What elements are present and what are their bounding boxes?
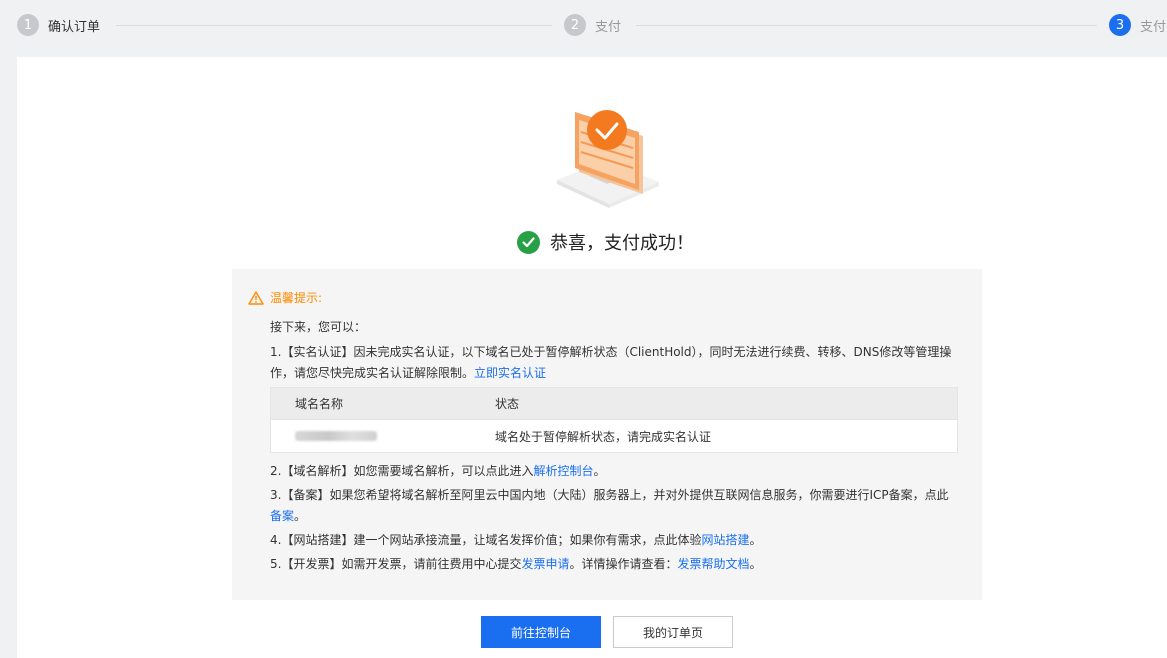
- domain-table: 域名名称 状态 域名处于暂停解析状态，请完成实名认证: [270, 387, 958, 453]
- step-2-label: 支付: [595, 19, 622, 35]
- step-3-number: 3: [1109, 14, 1131, 36]
- success-message: 恭喜，支付成功！: [517, 227, 694, 257]
- tip-item-5-text: 5.【开发票】如需开发票，请前往费用中心提交: [270, 557, 522, 571]
- step-2-number: 2: [564, 14, 586, 36]
- dns-console-link[interactable]: 解析控制台: [533, 464, 593, 478]
- invoice-apply-link[interactable]: 发票申请: [521, 557, 569, 571]
- tip-item-4-text: 4.【网站搭建】建一个网站承接流量，让域名发挥价值；如果你有需求，点此体验: [270, 533, 702, 547]
- payment-success-illustration: [557, 110, 659, 208]
- tip-item-1: 1.【实名认证】因未完成实名认证，以下域名已处于暂停解析状态（ClientHol…: [270, 342, 960, 384]
- step-1: 1 确认订单: [17, 13, 100, 37]
- tips-intro: 接下来，您可以：: [270, 320, 367, 334]
- tips-box: 温馨提示: 接下来，您可以： 1.【实名认证】因未完成实名认证，以下域名已处于暂…: [232, 269, 982, 600]
- tips-title: 温馨提示:: [248, 289, 322, 306]
- step-2: 2 支付: [564, 13, 621, 37]
- warning-icon: [248, 290, 264, 305]
- tip-item-2-end: 。: [593, 464, 606, 478]
- header-domain-name: 域名名称: [295, 397, 344, 411]
- step-3-label: 支付: [1140, 19, 1167, 35]
- website-build-link[interactable]: 网站搭建: [701, 533, 749, 547]
- tip-item-4-end: 。: [749, 533, 762, 547]
- step-1-number: 1: [17, 14, 39, 36]
- header-status: 状态: [495, 397, 520, 411]
- tip-item-5: 5.【开发票】如需开发票，请前往费用中心提交发票申请。详情操作请查看：发票帮助文…: [270, 554, 960, 575]
- invoice-help-link[interactable]: 发票帮助文档: [677, 557, 749, 571]
- tip-item-3: 3.【备案】如果您希望将域名解析至阿里云中国内地（大陆）服务器上，并对外提供互联…: [270, 485, 960, 527]
- my-orders-button[interactable]: 我的订单页: [613, 616, 733, 648]
- tip-item-3-text: 3.【备案】如果您希望将域名解析至阿里云中国内地（大陆）服务器上，并对外提供互联…: [270, 488, 949, 502]
- tip-item-1-text: 1.【实名认证】因未完成实名认证，以下域名已处于暂停解析状态（ClientHol…: [270, 345, 952, 380]
- tip-items: 2.【域名解析】如您需要域名解析，可以点此进入解析控制台。 3.【备案】如果您希…: [270, 461, 960, 578]
- domain-table-header: 域名名称 状态: [271, 388, 957, 420]
- result-card: 恭喜，支付成功！ 温馨提示: 接下来，您可以： 1.【实名认证】因未完成实名认证…: [17, 57, 1167, 658]
- tip-item-2: 2.【域名解析】如您需要域名解析，可以点此进入解析控制台。: [270, 461, 960, 482]
- step-connector: [636, 25, 1097, 26]
- check-circle-icon: [517, 230, 540, 254]
- go-console-button[interactable]: 前往控制台: [481, 616, 601, 648]
- steps-bar: 1 确认订单 2 支付 3 支付: [0, 0, 1167, 50]
- tip-item-4: 4.【网站搭建】建一个网站承接流量，让域名发挥价值；如果你有需求，点此体验网站搭…: [270, 530, 960, 551]
- step-3: 3 支付: [1109, 13, 1166, 37]
- step-connector: [116, 25, 552, 26]
- tip-item-5-mid: 。详情操作请查看：: [569, 557, 678, 571]
- domain-name-cell: [271, 431, 495, 441]
- step-1-label: 确认订单: [48, 19, 101, 35]
- icp-filing-link[interactable]: 备案: [270, 509, 294, 523]
- tip-item-3-end: 。: [294, 509, 307, 523]
- tip-item-2-text: 2.【域名解析】如您需要域名解析，可以点此进入: [270, 464, 534, 478]
- table-row: 域名处于暂停解析状态，请完成实名认证: [271, 420, 957, 452]
- blurred-domain: [295, 431, 377, 441]
- realname-verify-link[interactable]: 立即实名认证: [474, 366, 546, 380]
- tips-title-text: 温馨提示:: [270, 291, 323, 305]
- tips-body: 接下来，您可以： 1.【实名认证】因未完成实名认证，以下域名已处于暂停解析状态（…: [270, 317, 960, 384]
- domain-status-cell: 域名处于暂停解析状态，请完成实名认证: [495, 429, 712, 444]
- tip-item-5-end: 。: [749, 557, 762, 571]
- success-text: 恭喜，支付成功！: [550, 233, 694, 254]
